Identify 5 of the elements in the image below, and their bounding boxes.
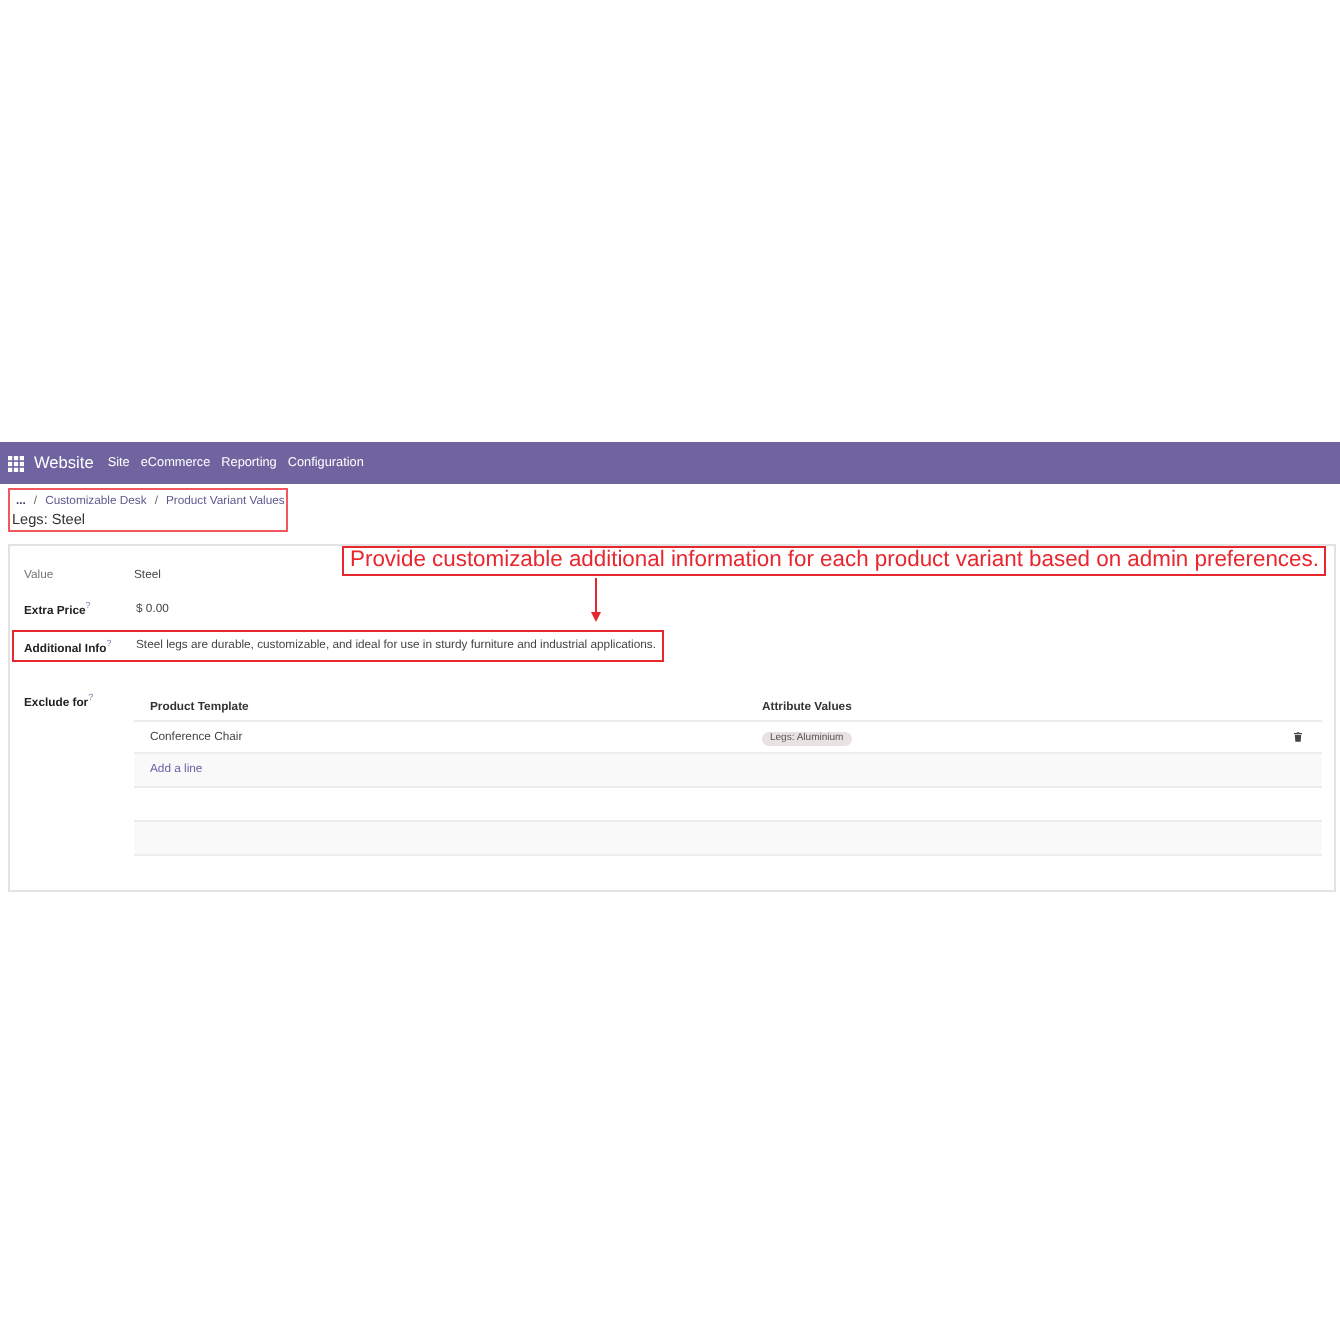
annotation-callout: Provide customizable additional information for each product variant based on admin preferences. [342,546,1327,576]
trash-icon[interactable] [1294,732,1302,742]
app-name-link[interactable]: Website [34,452,94,474]
apps-grid-icon[interactable] [8,455,24,471]
annotation-arrow [591,578,601,622]
